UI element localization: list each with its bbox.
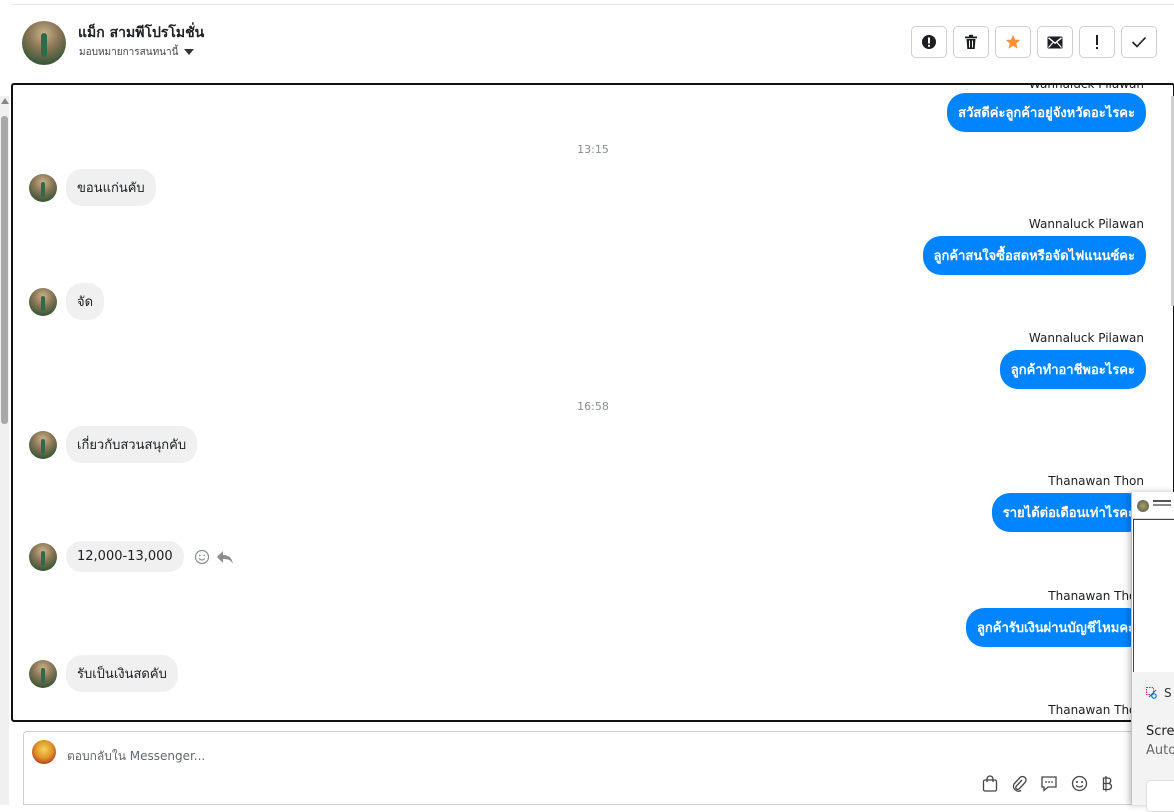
header-actions [911, 26, 1157, 58]
page-scrollbar[interactable] [0, 96, 9, 805]
incoming-message-row: จัด [29, 283, 105, 320]
notification-thumbnail[interactable] [1146, 780, 1174, 812]
spam-button[interactable] [911, 26, 947, 58]
reply-input[interactable]: ตอบกลับใน Messenger... [67, 747, 205, 766]
page-avatar [32, 740, 56, 764]
incoming-message-row: 12,000-13,000 [29, 541, 234, 572]
incoming-message[interactable]: ขอนแก่นคับ [66, 169, 156, 206]
conversation-header: แม็ก สามพีโปรโมชั่น มอบหมายการสนทนานี้ [11, 5, 1174, 83]
emoji-reaction-icon[interactable] [194, 549, 210, 565]
sender-name: Wannaluck Pilawan [1028, 217, 1144, 231]
incoming-message[interactable]: 12,000-13,000 [66, 541, 184, 572]
snip-header: S [1146, 686, 1172, 700]
shopping-bag-icon[interactable] [982, 775, 998, 792]
sender-avatar[interactable] [29, 173, 57, 202]
mark-unread-button[interactable] [1037, 26, 1073, 58]
reply-icon[interactable] [216, 549, 234, 565]
sender-name: Thanawan Thon [1048, 703, 1144, 717]
sender-name: Wannaluck Pilawan [1028, 83, 1144, 91]
notification-subtitle: Auto [1146, 743, 1174, 758]
follow-up-button[interactable] [1079, 26, 1115, 58]
snipping-tool-notification[interactable]: S Scre Auto [1132, 672, 1174, 812]
screenshot-overlay-panel[interactable]: S Scre Auto [1131, 492, 1174, 812]
message-thread[interactable]: Wannaluck Pilawan สวัสดีค่ะลูกค้าอยู่จัง… [11, 83, 1174, 722]
reply-composer: ตอบกลับใน Messenger... [23, 731, 1174, 805]
incoming-message-row: ขอนแก่นคับ [29, 169, 156, 206]
mark-done-button[interactable] [1121, 26, 1157, 58]
scrollbar-thumb[interactable] [1, 116, 8, 424]
overlay-header [1132, 492, 1174, 519]
star-icon [1005, 34, 1021, 49]
outgoing-message[interactable]: สวัสดีค่ะลูกค้าอยู่จังหวัดอะไรคะ [947, 93, 1146, 132]
exclamation-circle-icon [922, 35, 936, 49]
trash-icon [965, 34, 977, 49]
timestamp: 13:15 [577, 143, 609, 156]
envelope-icon [1047, 36, 1063, 48]
sender-avatar[interactable] [29, 430, 57, 459]
sender-avatar[interactable] [29, 659, 57, 688]
incoming-message-row: รับเป็นเงินสดคับ [29, 655, 178, 692]
incoming-message[interactable]: รับเป็นเงินสดคับ [66, 655, 178, 692]
notification-title: Scre [1146, 724, 1174, 739]
outgoing-message[interactable]: ลูกค้าสนใจซื้อสดหรือจัดไฟแนนซ์คะ [922, 236, 1146, 275]
overlay-preview-frame [1133, 519, 1174, 673]
exclamation-icon [1096, 35, 1098, 49]
delete-button[interactable] [953, 26, 989, 58]
incoming-message[interactable]: เกี่ยวกับสวนสนุกคับ [66, 426, 198, 463]
contact-avatar[interactable] [22, 21, 66, 65]
sender-avatar[interactable] [29, 287, 57, 316]
star-button[interactable] [995, 26, 1031, 58]
snip-label: S [1164, 686, 1172, 700]
contact-name[interactable]: แม็ก สามพีโปรโมชั่น [78, 22, 204, 44]
emoji-icon[interactable] [1071, 775, 1088, 792]
check-icon [1131, 36, 1147, 48]
outgoing-message[interactable]: ลูกค้าทำอาชีพอะไรคะ [999, 350, 1146, 389]
overlay-avatar [1137, 500, 1149, 512]
sender-avatar[interactable] [29, 542, 57, 571]
scroll-up-arrow[interactable] [1, 98, 9, 104]
outgoing-message[interactable]: รายได้ต่อเดือนเท่าไรคะ [991, 493, 1146, 532]
outgoing-message[interactable]: ลูกค้ารับเงินผ่านบัญชีไหมคะ [965, 608, 1146, 647]
baht-icon[interactable] [1101, 775, 1113, 792]
caret-down-icon [184, 49, 195, 55]
snipping-tool-icon [1146, 687, 1157, 699]
composer-toolbar [982, 775, 1113, 792]
message-actions [194, 549, 234, 565]
assign-conversation-dropdown[interactable]: มอบหมายการสนทนานี้ [79, 45, 195, 60]
sender-name: Thanawan Thon [1048, 474, 1144, 488]
timestamp: 16:58 [577, 400, 609, 413]
sender-name: Wannaluck Pilawan [1028, 331, 1144, 345]
paperclip-icon[interactable] [1011, 775, 1027, 792]
overlay-title-lines [1153, 500, 1171, 502]
assign-label: มอบหมายการสนทนานี้ [79, 47, 179, 58]
incoming-message[interactable]: จัด [66, 283, 105, 320]
sender-name: Thanawan Thon [1048, 589, 1144, 603]
saved-reply-icon[interactable] [1040, 775, 1058, 792]
incoming-message-row: เกี่ยวกับสวนสนุกคับ [29, 426, 198, 463]
